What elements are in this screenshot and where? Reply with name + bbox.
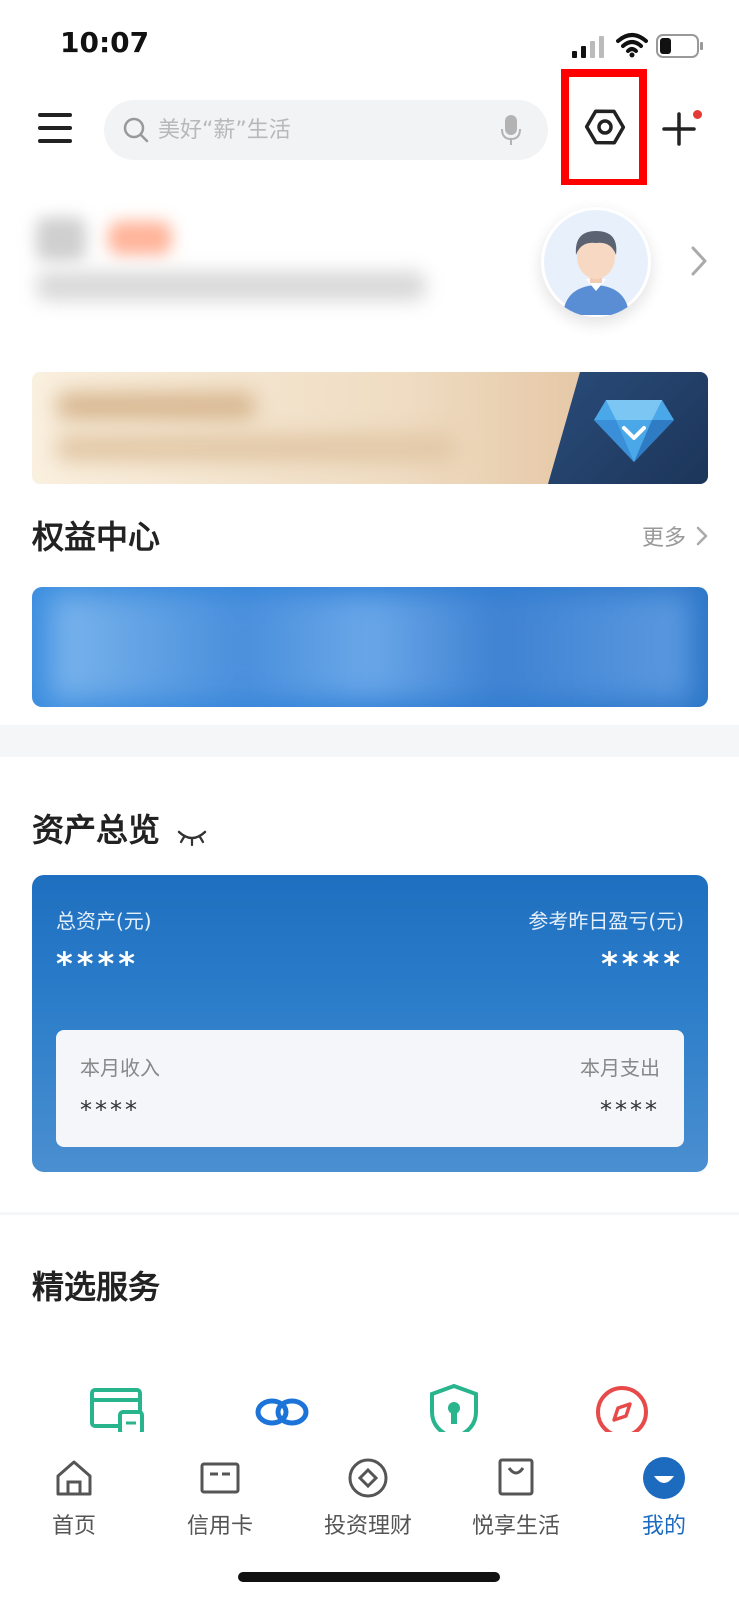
tab-label: 我的: [641, 1514, 686, 1539]
more-link[interactable]: 更多: [642, 520, 708, 552]
chevron-right-icon[interactable]: [690, 245, 708, 277]
expense-label: 本月支出: [580, 1056, 660, 1080]
services-header: 精选服务: [32, 1262, 708, 1312]
services-title: 精选服务: [32, 1268, 161, 1306]
tab-lifestyle[interactable]: 悦享生活: [456, 1456, 576, 1540]
avatar-icon: [544, 210, 648, 315]
home-indicator: [238, 1572, 500, 1582]
eye-closed-icon[interactable]: [177, 826, 207, 848]
search-icon: [123, 117, 149, 143]
profile-section[interactable]: [0, 185, 739, 355]
more-label: 更多: [641, 526, 686, 551]
chevron-right-icon: [696, 526, 708, 546]
notification-dot: [693, 110, 702, 119]
home-icon: [56, 1460, 92, 1496]
credit-card-icon: [200, 1462, 240, 1494]
blurred-username: [36, 217, 86, 261]
yesterday-pl-value: ****: [601, 945, 684, 983]
tab-investment[interactable]: 投资理财: [308, 1456, 428, 1540]
blurred-rights-content: [50, 593, 690, 701]
menu-icon[interactable]: [36, 110, 76, 146]
diamond-icon: [594, 400, 674, 462]
status-time: 10:07: [60, 26, 150, 59]
tab-mine[interactable]: 我的: [604, 1456, 724, 1540]
assets-header: 资产总览: [32, 805, 708, 855]
blurred-account-info: [36, 271, 426, 301]
blurred-badge: [108, 221, 172, 255]
member-banner[interactable]: [32, 372, 708, 484]
rights-center-header: 权益中心 更多: [32, 512, 708, 562]
blurred-member-title: [56, 392, 256, 420]
rights-center-title: 权益中心: [32, 518, 161, 556]
avatar[interactable]: [541, 207, 651, 317]
income-value: ****: [80, 1096, 140, 1124]
rights-banner[interactable]: [32, 587, 708, 707]
status-bar: 10:07: [0, 0, 739, 80]
asset-overview-card[interactable]: 总资产(元) **** 参考昨日盈亏(元) **** 本月收入 **** 本月支…: [32, 875, 708, 1172]
yesterday-pl-label: 参考昨日盈亏(元): [528, 909, 684, 933]
wifi-icon: [616, 33, 648, 58]
blurred-member-desc: [56, 434, 456, 462]
tab-credit-card[interactable]: 信用卡: [160, 1456, 280, 1540]
tab-label: 悦享生活: [471, 1514, 560, 1539]
battery-icon: [656, 34, 703, 58]
total-assets-label: 总资产(元): [56, 909, 152, 933]
search-input[interactable]: [158, 100, 478, 160]
tab-label: 投资理财: [323, 1514, 412, 1539]
investment-icon: [348, 1458, 388, 1498]
search-bar[interactable]: [104, 100, 548, 160]
settings-icon[interactable]: [584, 106, 626, 148]
microphone-icon[interactable]: [500, 114, 522, 146]
cellular-signal-icon: [572, 36, 604, 58]
monthly-summary: 本月收入 **** 本月支出 ****: [56, 1030, 684, 1147]
top-bar: [0, 69, 739, 187]
expense-value: ****: [600, 1096, 660, 1124]
tab-label: 信用卡: [186, 1514, 253, 1539]
assets-title: 资产总览: [32, 811, 161, 849]
shopping-bag-icon: [498, 1458, 534, 1496]
income-label: 本月收入: [80, 1056, 160, 1080]
total-assets-value: ****: [56, 945, 139, 983]
tab-label: 首页: [51, 1514, 96, 1539]
profile-icon: [643, 1457, 685, 1499]
tab-home[interactable]: 首页: [14, 1456, 134, 1540]
